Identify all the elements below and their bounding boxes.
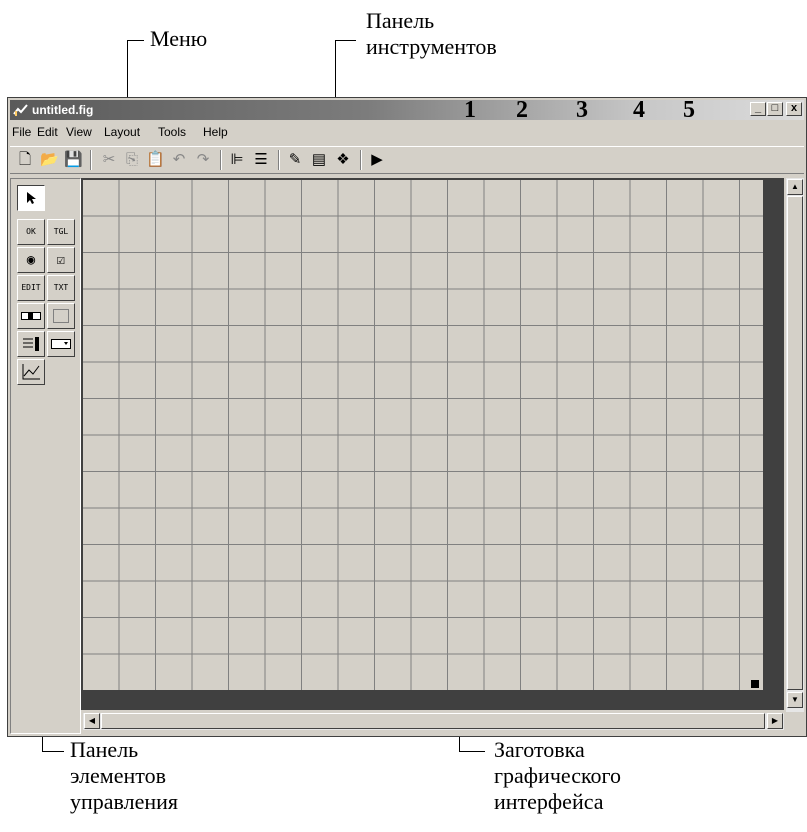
horizontal-scroll-thumb[interactable]: [101, 713, 765, 729]
listbox-tool[interactable]: [17, 331, 45, 357]
canvas-annotation-line3: интерфейса: [494, 789, 604, 814]
slider-tool[interactable]: [17, 303, 45, 329]
menu-view[interactable]: View: [66, 125, 92, 139]
popupmenu-tool[interactable]: [47, 331, 75, 357]
run-icon[interactable]: ▶: [368, 151, 386, 169]
menu-annotation: Меню: [150, 26, 207, 52]
save-icon[interactable]: 💾: [64, 151, 83, 169]
component-palette: OK TGL ◉ ☑ EDIT TXT: [10, 178, 81, 734]
copy-icon[interactable]: ⎘: [123, 151, 141, 169]
toolbar-annotation-line1: Панель: [366, 8, 435, 33]
scroll-up-button[interactable]: ▲: [787, 179, 803, 195]
marker-2: 2: [516, 97, 528, 123]
menu-bar: File Edit View Layout Tools Help: [10, 122, 804, 142]
mfile-editor-icon[interactable]: ▤: [310, 151, 328, 169]
toolbar-separator: [278, 150, 280, 170]
checkbox-tool[interactable]: ☑: [47, 247, 75, 273]
new-file-icon[interactable]: 🗋: [16, 151, 34, 169]
palette-annotation-line2: элементов: [70, 763, 166, 788]
menu-annotation-text: Меню: [150, 26, 208, 51]
object-browser-icon[interactable]: ❖: [334, 151, 352, 169]
undo-icon[interactable]: ↶: [170, 151, 188, 169]
cut-icon[interactable]: ✂: [100, 151, 118, 169]
popupmenu-icon: [51, 339, 71, 349]
resize-handle[interactable]: [751, 680, 759, 688]
togglebutton-tool[interactable]: TGL: [47, 219, 75, 245]
canvas-annotation-line2: графического: [494, 763, 622, 788]
select-tool[interactable]: [17, 185, 45, 211]
toolbar-leader-horizontal: [335, 40, 356, 41]
toolbar-annotation-line2: инструментов: [366, 34, 497, 59]
palette-annotation: Панель элементов управления: [70, 737, 178, 815]
guide-window: untitled.fig 1 2 3 4 5 _ □ x File Edit V…: [7, 97, 807, 737]
axes-tool[interactable]: [17, 359, 45, 385]
canvas-leader-horizontal: [459, 751, 485, 752]
redo-icon[interactable]: ↷: [194, 151, 212, 169]
right-arrow-icon: ▶: [771, 716, 779, 725]
open-folder-icon[interactable]: 📂: [40, 151, 59, 169]
close-button[interactable]: x: [786, 102, 802, 116]
menu-editor-icon[interactable]: ☰: [252, 151, 270, 169]
layout-canvas[interactable]: [83, 180, 763, 690]
layout-area-frame: [81, 178, 784, 710]
radio-icon: ◉: [26, 252, 36, 268]
paste-icon[interactable]: 📋: [146, 151, 165, 169]
property-inspector-icon[interactable]: ✎: [286, 151, 304, 169]
palette-leader-horizontal: [42, 751, 64, 752]
toolbar: 🗋 📂 💾 ✂ ⎘ 📋 ↶ ↷ ⊫ ☰ ✎ ▤ ❖ ▶: [10, 146, 804, 174]
palette-annotation-line1: Панель: [70, 737, 139, 762]
palette-annotation-line3: управления: [70, 789, 179, 814]
figure-icon: [13, 102, 29, 118]
minimize-button[interactable]: _: [750, 102, 766, 116]
horizontal-scrollbar[interactable]: ◀ ▶: [83, 713, 784, 730]
vertical-scroll-thumb[interactable]: [787, 196, 803, 690]
vertical-scrollbar[interactable]: ▲ ▼: [786, 178, 804, 712]
marker-3: 3: [576, 97, 588, 123]
menu-edit[interactable]: Edit: [37, 125, 58, 139]
menu-layout[interactable]: Layout: [104, 125, 140, 139]
maximize-button[interactable]: □: [767, 102, 783, 116]
statictext-tool[interactable]: TXT: [47, 275, 75, 301]
toolbar-separator: [220, 150, 222, 170]
canvas-annotation: Заготовка графического интерфейса: [494, 737, 621, 815]
scroll-left-button[interactable]: ◀: [84, 713, 100, 729]
frame-icon: [53, 309, 69, 323]
menu-leader-horizontal: [127, 40, 144, 41]
slider-icon: [21, 312, 41, 320]
window-title: untitled.fig: [32, 103, 94, 117]
toolbar-annotation: Панель инструментов: [366, 8, 497, 60]
pushbutton-tool[interactable]: OK: [17, 219, 45, 245]
axes-icon: [22, 364, 40, 380]
canvas-annotation-line1: Заготовка: [494, 737, 585, 762]
toolbar-separator: [90, 150, 92, 170]
toolbar-separator: [360, 150, 362, 170]
marker-5: 5: [683, 97, 695, 123]
checkbox-icon: ☑: [56, 252, 66, 268]
align-objects-icon[interactable]: ⊫: [228, 151, 246, 169]
down-arrow-icon: ▼: [791, 695, 799, 704]
listbox-icon: [23, 337, 39, 351]
marker-4: 4: [633, 97, 645, 123]
menu-help[interactable]: Help: [203, 125, 228, 139]
frame-tool[interactable]: [47, 303, 75, 329]
menu-file[interactable]: File: [12, 125, 31, 139]
arrow-cursor-icon: [27, 192, 36, 204]
scroll-down-button[interactable]: ▼: [787, 692, 803, 708]
menu-tools[interactable]: Tools: [158, 125, 186, 139]
left-arrow-icon: ◀: [88, 716, 96, 725]
radiobutton-tool[interactable]: ◉: [17, 247, 45, 273]
scroll-right-button[interactable]: ▶: [767, 713, 783, 729]
marker-1: 1: [464, 97, 476, 123]
edittext-tool[interactable]: EDIT: [17, 275, 45, 301]
up-arrow-icon: ▲: [791, 182, 799, 191]
title-bar[interactable]: untitled.fig 1 2 3 4 5 _ □ x: [10, 97, 804, 123]
